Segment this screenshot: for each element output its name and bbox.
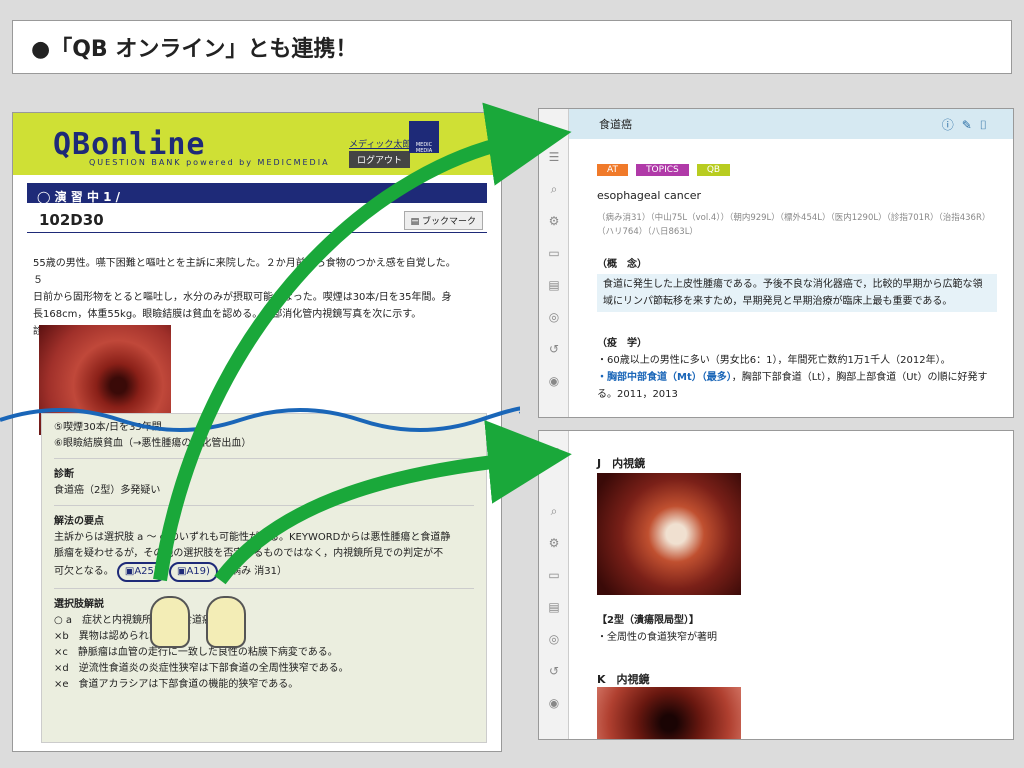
gear-icon[interactable]: ⚙ — [546, 535, 562, 551]
question-line: 55歳の男性。嚥下困難と嘔吐とを主訴に来院した。２か月前から食物のつかえ感を自覚… — [33, 258, 456, 286]
entry-title: 食道癌 — [599, 118, 632, 131]
question-line: 長168cm，体重55kg。眼瞼結膜は貧血を認める。上部消化管内視鏡写真を次に示… — [33, 309, 422, 320]
search-icon[interactable]: ⌕ — [546, 503, 562, 519]
endoscopy-image-j[interactable] — [597, 473, 741, 595]
concept-text: 食道に発生した上皮性腫瘍である。予後不良な消化器癌で，比較的早期から広範な領域に… — [597, 274, 997, 312]
book-icon[interactable]: ▭ — [546, 567, 562, 583]
key-line: 主訴からは選択肢 a 〜 e のいずれも可能性がある。KEYWORDからは悪性腫… — [54, 532, 451, 543]
document-icon[interactable]: ▤ — [546, 277, 562, 293]
bookmark-label: ブックマーク — [421, 217, 476, 227]
choice-item: ×b 異物は認められない。 — [54, 631, 179, 642]
header-icons: ⓘ✎⌷ — [942, 116, 995, 133]
logout-button[interactable]: ログアウト — [349, 151, 411, 168]
key-line: 脈瘤を疑わせるが，その他の選択肢を否定するものではなく，内視鏡所見での判定が不 — [54, 548, 444, 559]
key-point-heading: 解法の要点 — [54, 516, 104, 527]
figure-desc: ・全周性の食道狭窄が著明 — [597, 632, 717, 643]
choice-item: ×d 逆流性食道炎の炎症性狭窄は下部食道の全周性狭窄である。 — [54, 663, 349, 674]
epi-line: ・60歳以上の男性に多い（男女比6：1），年間死亡数約1万1千人（2012年）。 — [597, 355, 951, 366]
book-icon[interactable]: ▭ — [546, 245, 562, 261]
key-line-refs: 可欠となる。 ▣A25) ▣A19) （病み 消31） — [54, 562, 474, 582]
side-toolbar: ☰ ⌕ ⚙ ▭ ▤ ◎ ↺ ◉ — [539, 109, 569, 417]
history-icon[interactable]: ↺ — [546, 341, 562, 357]
question-id: 102D30 — [39, 211, 104, 229]
key-line: 可欠となる。 — [54, 566, 114, 577]
edit-icon[interactable]: ✎ — [962, 118, 980, 132]
epidemiology-section: （疫 学） ・60歳以上の男性に多い（男女比6：1），年間死亡数約1万1千人（2… — [597, 335, 997, 403]
practice-status-bar: ◯ 演 習 中 1 / — [27, 183, 487, 204]
divider — [54, 588, 474, 589]
qb-header: QBonline QUESTION BANK powered by MEDICM… — [13, 113, 501, 175]
reference-list: （病み消31）（中山75L（vol.4））（朝内929L）（標外454L）（医内… — [597, 213, 991, 237]
choice-item: ×c 静脈瘤は血管の走行に一致した良性の粘膜下病変である。 — [54, 647, 338, 658]
ref-link-a19[interactable]: ▣A19) — [169, 562, 218, 582]
ref-link-a25[interactable]: ▣A25) — [116, 562, 166, 582]
concept-section: （概 念） 食道に発生した上皮性腫瘍である。予後不良な消化器癌で，比較的早期から… — [597, 255, 997, 312]
bookmark-button[interactable]: ▤ ブックマーク — [403, 211, 483, 230]
qb-logo: QBonline — [53, 127, 206, 162]
pointing-hand-icon — [206, 596, 246, 648]
explanation-panel: ⑤喫煙30本/日を35年間 ⑥眼瞼結膜貧血（→悪性腫瘍の消化管出血） 診断 食道… — [41, 413, 487, 743]
document-icon[interactable]: ▤ — [546, 599, 562, 615]
epi-line: ・胸部中部食道（Mt）（最多），胸部下部食道（Lt），胸部上部食道（Ut）の順に… — [597, 369, 997, 403]
search-icon[interactable]: ⌕ — [546, 181, 562, 197]
side-toolbar: ☰ ⌕ ⚙ ▭ ▤ ◎ ↺ ◉ — [539, 431, 569, 739]
tag-list: AT TOPICS QB — [597, 157, 733, 176]
info-icon[interactable]: ⓘ — [942, 118, 962, 132]
figure-j-title: J 内視鏡 — [597, 457, 646, 470]
qb-logo-sub: QUESTION BANK powered by MEDICMEDIA — [89, 158, 330, 167]
english-term: esophageal cancer — [597, 189, 702, 202]
ref-label: A19) — [186, 566, 210, 577]
question-line: 日前から固形物をとると嘔吐し，水分のみが摂取可能となった。喫煙は30本/日を35… — [33, 292, 452, 303]
bookmark-icon[interactable]: ⌷ — [980, 118, 995, 132]
entry-header: 食道癌 ⓘ✎⌷ — [569, 109, 1013, 139]
choice-item: ×e 食道アカラシアは下部食道の機能的狭窄である。 — [54, 679, 299, 690]
image-panel: ☰ ⌕ ⚙ ▭ ▤ ◎ ↺ ◉ J 内視鏡 【2型（潰瘍限局型）】 ・全周性の食… — [538, 430, 1014, 740]
diagnosis-heading: 診断 — [54, 469, 74, 480]
list-icon[interactable]: ☰ — [546, 149, 562, 165]
history-icon[interactable]: ↺ — [546, 663, 562, 679]
qb-icon[interactable]: ◎ — [546, 309, 562, 325]
banner-title: ●「QB オンライン」とも連携！ — [12, 20, 1012, 74]
globe-icon[interactable]: ◉ — [546, 695, 562, 711]
list-icon[interactable]: ☰ — [546, 445, 562, 461]
ref-label: A25) — [134, 566, 158, 577]
medicmedia-logo: MEDIC MEDIA — [409, 121, 439, 154]
epi-heading: （疫 学） — [597, 338, 647, 349]
choices-heading: 選択肢解説 — [54, 599, 104, 610]
wave-break — [0, 406, 520, 432]
tag-at[interactable]: AT — [597, 164, 628, 176]
ref-tail: （病み 消31） — [221, 566, 288, 577]
figure-k-title: K 内視鏡 — [597, 673, 650, 686]
qb-icon[interactable]: ◎ — [546, 631, 562, 647]
figure-caption: 【2型（潰瘍限局型）】 — [597, 615, 699, 626]
epi-highlight: ・胸部中部食道（Mt）（最多） — [597, 372, 732, 383]
endoscopy-image-k[interactable] — [597, 687, 741, 739]
tag-qb[interactable]: QB — [696, 164, 731, 176]
question-row: 102D30 ▤ ブックマーク — [27, 211, 487, 233]
divider — [54, 458, 474, 459]
pointing-hand-icon — [150, 596, 190, 648]
dictionary-panel: ☰ ⌕ ⚙ ▭ ▤ ◎ ↺ ◉ 食道癌 ⓘ✎⌷ AT TOPICS QB eso… — [538, 108, 1014, 418]
user-link[interactable]: メディック太郎 — [349, 137, 411, 150]
diagnosis-text: 食道癌（2型）多発疑い — [54, 485, 161, 496]
divider — [54, 505, 474, 506]
globe-icon[interactable]: ◉ — [546, 373, 562, 389]
tag-topics[interactable]: TOPICS — [636, 164, 689, 176]
concept-heading: （概 念） — [597, 259, 647, 270]
gear-icon[interactable]: ⚙ — [546, 213, 562, 229]
choice-item: ○ a 症状と内視鏡所見から食道癌である。 — [54, 615, 252, 626]
